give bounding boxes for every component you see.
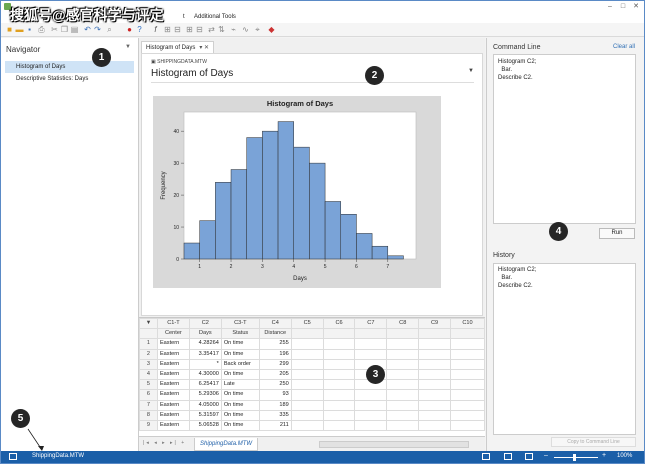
callout-arrow (27, 428, 44, 451)
app-window: – □ ✕ t Additional Tools ■ ▬ ▪ ⎙ ✂ ❐ ▤ ↶… (0, 0, 645, 464)
